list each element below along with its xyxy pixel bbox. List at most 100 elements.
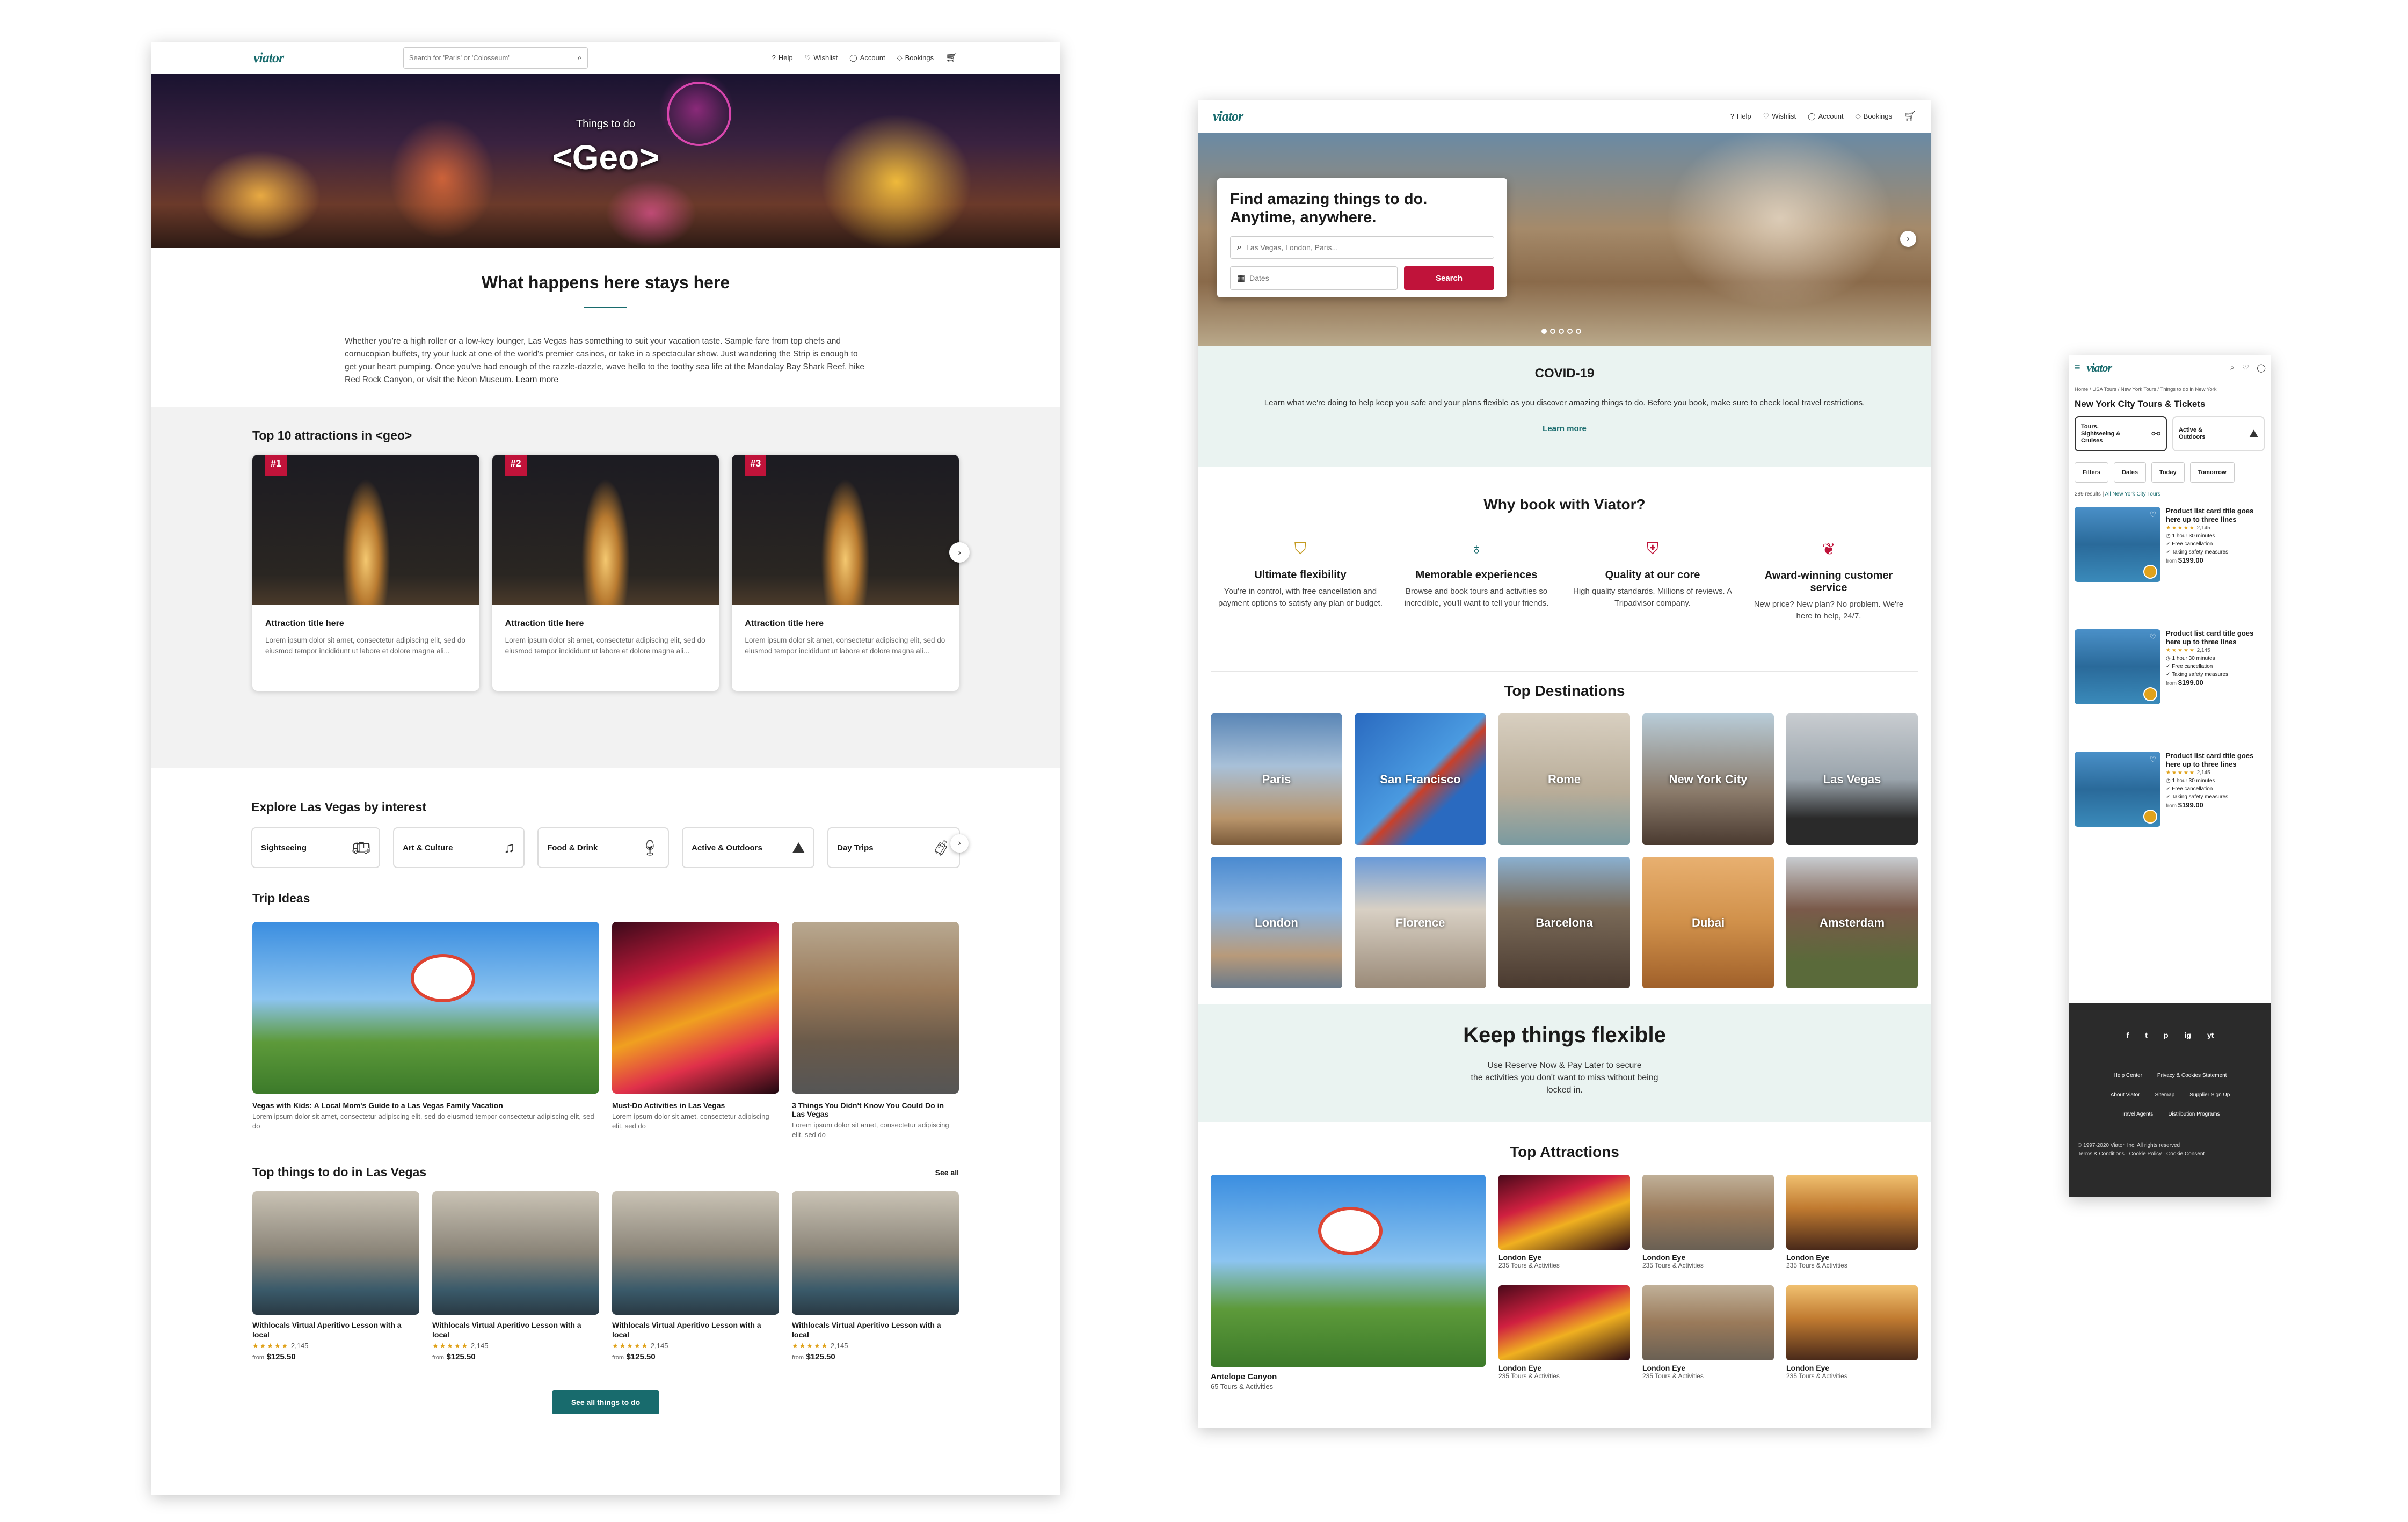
heart-icon[interactable]: ♡	[2242, 363, 2249, 373]
intro-learn-more-link[interactable]: Learn more	[516, 375, 558, 384]
product-list-card[interactable]: ♡ Product list card title goes here up t…	[2075, 752, 2266, 874]
nav-account[interactable]: ◯ Account	[849, 54, 885, 62]
destination-las-vegas[interactable]: Las Vegas	[1786, 713, 1918, 845]
location-input[interactable]: ⌕ Las Vegas, London, Paris...	[1230, 236, 1494, 259]
destination-london[interactable]: London	[1211, 857, 1342, 988]
trip-idea-card[interactable]: Vegas with Kids: A Local Mom's Guide to …	[252, 922, 599, 1140]
search-icon[interactable]: ⌕	[2230, 363, 2234, 372]
viator-logo[interactable]: viator	[1213, 108, 1243, 125]
twitter-icon[interactable]: t	[2145, 1031, 2148, 1039]
breadcrumb[interactable]: Home / USA Tours / New York Tours / Thin…	[2075, 387, 2266, 392]
destination-dubai[interactable]: Dubai	[1642, 857, 1774, 988]
destination-florence[interactable]: Florence	[1355, 857, 1486, 988]
product-card[interactable]: Withlocals Virtual Aperitivo Lesson with…	[612, 1191, 779, 1362]
attraction-card[interactable]: London Eye 235 Tours & Activities	[1498, 1285, 1630, 1390]
pagination-dot[interactable]	[1559, 329, 1564, 334]
attraction-card[interactable]: #3 Attraction title here Lorem ipsum dol…	[732, 455, 959, 691]
footer-link[interactable]: Privacy & Cookies Statement	[2157, 1066, 2227, 1086]
nav-wishlist[interactable]: ♡ Wishlist	[1763, 112, 1796, 121]
interest-next-button[interactable]: ›	[950, 834, 969, 853]
category-tours-active[interactable]: Tours, Sightseeing & Cruises ⚯	[2075, 416, 2167, 451]
youtube-icon[interactable]: yt	[2207, 1031, 2214, 1039]
product-card[interactable]: Withlocals Virtual Aperitivo Lesson with…	[252, 1191, 419, 1362]
footer-legal[interactable]: Terms & Conditions · Cookie Policy · Coo…	[2078, 1150, 2262, 1158]
trip-idea-card[interactable]: Must-Do Activities in Las Vegas Lorem ip…	[612, 922, 779, 1140]
search-icon[interactable]: ⌕	[577, 53, 581, 62]
filter-chip[interactable]: Today	[2151, 462, 2185, 483]
attractions-heading: Top Attractions	[1510, 1144, 1619, 1160]
see-all-things-button[interactable]: See all things to do	[552, 1390, 659, 1414]
product-card[interactable]: Withlocals Virtual Aperitivo Lesson with…	[432, 1191, 599, 1362]
destination-paris[interactable]: Paris	[1211, 713, 1342, 845]
attraction-card[interactable]: London Eye 235 Tours & Activities	[1642, 1175, 1774, 1280]
nav-bookings[interactable]: ◇ Bookings	[1856, 112, 1892, 121]
footer-link[interactable]: About Viator	[2111, 1086, 2140, 1105]
pagination-dot-active[interactable]	[1541, 329, 1547, 334]
filter-chip[interactable]: Dates	[2114, 462, 2146, 483]
covid-learn-more-link[interactable]: Learn more	[1198, 424, 1931, 433]
hero-next-button[interactable]: ›	[1900, 231, 1916, 247]
trip-idea-card[interactable]: 3 Things You Didn't Know You Could Do in…	[791, 922, 959, 1140]
destination-rome[interactable]: Rome	[1498, 713, 1630, 845]
badge-icon: ⛨	[1646, 540, 1659, 558]
instagram-icon[interactable]: ig	[2185, 1031, 2191, 1039]
filter-chip[interactable]: Filters	[2075, 462, 2109, 483]
interest-food-drink[interactable]: Food & Drink 🍷︎	[537, 827, 670, 868]
search-button[interactable]: Search	[1404, 266, 1494, 290]
menu-icon[interactable]: ≡	[2075, 362, 2080, 373]
nav-bookings[interactable]: ◇ Bookings	[897, 54, 934, 62]
nav-help[interactable]: ? Help	[772, 54, 793, 62]
search-box[interactable]: Search for 'Paris' or 'Colosseum' ⌕	[403, 47, 588, 69]
viator-logo[interactable]: viator	[2087, 361, 2113, 375]
facebook-icon[interactable]: f	[2127, 1031, 2129, 1039]
nav-wishlist[interactable]: ♡ Wishlist	[805, 54, 838, 62]
viator-logo[interactable]: viator	[253, 50, 284, 66]
attraction-card[interactable]: London Eye 235 Tours & Activities	[1786, 1285, 1918, 1390]
interest-sightseeing[interactable]: Sightseeing 🚌︎	[251, 827, 381, 868]
attraction-title: London Eye	[1642, 1253, 1686, 1262]
hero-pagination[interactable]	[1541, 329, 1581, 334]
pagination-dot[interactable]	[1567, 329, 1573, 334]
attraction-card[interactable]: London Eye 235 Tours & Activities	[1498, 1175, 1630, 1280]
footer-link[interactable]: Supplier Sign Up	[2189, 1086, 2230, 1105]
category-active-outdoors[interactable]: Active & Outdoors ⛰︎	[2172, 416, 2265, 451]
footer-link[interactable]: Distribution Programs	[2168, 1105, 2220, 1124]
product-card[interactable]: Withlocals Virtual Aperitivo Lesson with…	[792, 1191, 959, 1362]
destination-san-francisco[interactable]: San Francisco	[1355, 713, 1486, 845]
dates-input[interactable]: ▦ Dates	[1230, 266, 1398, 290]
results-link[interactable]: All New York City Tours	[2105, 491, 2160, 497]
cart-icon[interactable]: 🛒︎	[945, 52, 958, 63]
destination-barcelona[interactable]: Barcelona	[1498, 857, 1630, 988]
product-list: ♡ Product list card title goes here up t…	[2075, 507, 2266, 874]
footer-link[interactable]: Help Center	[2114, 1066, 2142, 1086]
cart-icon[interactable]: 🛒︎	[1904, 111, 1916, 122]
heart-icon[interactable]: ♡	[2149, 510, 2156, 519]
filter-chip[interactable]: Tomorrow	[2189, 462, 2235, 483]
heart-icon[interactable]: ♡	[2149, 632, 2156, 642]
footer-link[interactable]: Sitemap	[2155, 1086, 2175, 1105]
pagination-dot[interactable]	[1576, 329, 1581, 334]
carousel-next-button[interactable]: ›	[949, 542, 970, 563]
check-icon: ✓	[2166, 786, 2171, 792]
footer-link[interactable]: Travel Agents	[2121, 1105, 2154, 1124]
attraction-card[interactable]: London Eye 235 Tours & Activities	[1786, 1175, 1918, 1280]
heart-icon[interactable]: ♡	[2149, 755, 2156, 764]
product-list-card[interactable]: ♡ Product list card title goes here up t…	[2075, 629, 2266, 752]
destination-new-york-city[interactable]: New York City	[1642, 713, 1774, 845]
attraction-card[interactable]: London Eye 235 Tours & Activities	[1642, 1285, 1774, 1390]
interest-art-culture[interactable]: Art & Culture ♫	[393, 827, 525, 868]
pinterest-icon[interactable]: p	[2164, 1031, 2169, 1039]
nav-account[interactable]: ◯ Account	[1808, 112, 1844, 121]
attraction-card[interactable]: #2 Attraction title here Lorem ipsum dol…	[492, 455, 719, 691]
interest-active-outdoors[interactable]: Active & Outdoors ⛰︎	[682, 827, 815, 868]
nav-help[interactable]: ? Help	[1730, 112, 1751, 120]
interest-day-trips[interactable]: Day Trips 🧳︎	[827, 827, 961, 868]
user-icon[interactable]: ◯	[2257, 363, 2266, 373]
product-list-card[interactable]: ♡ Product list card title goes here up t…	[2075, 507, 2266, 629]
see-all-link[interactable]: See all	[935, 1168, 959, 1177]
attraction-card[interactable]: #1 Attraction title here Lorem ipsum dol…	[252, 455, 479, 691]
flexible-body-line1: Use Reserve Now & Pay Later to secure	[1487, 1061, 1642, 1070]
destination-amsterdam[interactable]: Amsterdam	[1786, 857, 1918, 988]
attraction-featured[interactable]: Antelope Canyon 65 Tours & Activities	[1211, 1175, 1486, 1390]
pagination-dot[interactable]	[1550, 329, 1555, 334]
